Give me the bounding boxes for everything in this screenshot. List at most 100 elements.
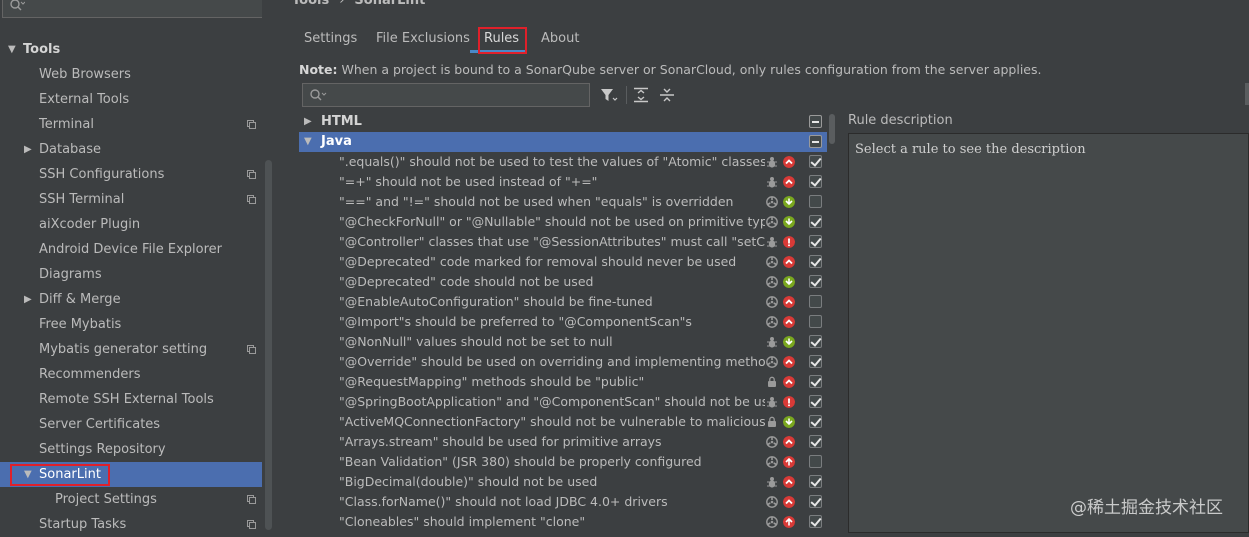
collapsed-arrow-icon[interactable]: ▶	[24, 287, 32, 312]
rule-enabled-checkbox[interactable]	[809, 515, 822, 528]
sidebar-item-mybatis-generator-setting[interactable]: Mybatis generator setting	[0, 337, 262, 362]
sidebar-item-settings-repository[interactable]: Settings Repository	[0, 437, 262, 462]
tab-settings[interactable]: Settings	[304, 28, 357, 50]
sidebar-item-aixcoder-plugin[interactable]: aiXcoder Plugin	[0, 212, 262, 237]
sidebar-item-external-tools[interactable]: External Tools	[0, 87, 262, 112]
sidebar-item-tools[interactable]: ▼ Tools	[0, 37, 262, 62]
toolbar-separator	[626, 86, 627, 104]
rule-enabled-checkbox[interactable]	[809, 235, 822, 248]
rule-name: "@Import"s should be preferred to "@Comp…	[339, 314, 692, 329]
rule-name: "Arrays.stream" should be used for primi…	[339, 434, 662, 449]
rule-row[interactable]: "@Import"s should be preferred to "@Comp…	[299, 312, 827, 332]
rule-row[interactable]: "@SpringBootApplication" and "@Component…	[299, 392, 827, 412]
rule-row[interactable]: ".equals()" should not be used to test t…	[299, 152, 827, 172]
rule-row[interactable]: "Arrays.stream" should be used for primi…	[299, 432, 827, 452]
sidebar-scrollbar-thumb[interactable]	[265, 160, 272, 530]
severity-minor-icon	[783, 216, 795, 228]
sidebar-item-server-certificates[interactable]: Server Certificates	[0, 412, 262, 437]
sidebar-item-diff-merge[interactable]: ▶ Diff & Merge	[0, 287, 262, 312]
rule-enabled-checkbox[interactable]	[809, 295, 822, 308]
rule-row[interactable]: "Bean Validation" (JSR 380) should be pr…	[299, 452, 827, 472]
filter-icon[interactable]	[600, 87, 618, 103]
rule-row[interactable]: "@CheckForNull" or "@Nullable" should no…	[299, 212, 827, 232]
tab-about[interactable]: About	[541, 28, 579, 50]
rule-enabled-checkbox[interactable]	[809, 355, 822, 368]
rule-row[interactable]: "ActiveMQConnectionFactory" should not b…	[299, 412, 827, 432]
note-text: When a project is bound to a SonarQube s…	[337, 62, 1042, 77]
sidebar-item-label: Mybatis generator setting	[39, 342, 208, 357]
rule-enabled-checkbox[interactable]	[809, 415, 822, 428]
rule-enabled-checkbox[interactable]	[809, 255, 822, 268]
rule-row[interactable]: "Class.forName()" should not load JDBC 4…	[299, 492, 827, 512]
breadcrumb: Tools › SonarLint	[292, 0, 425, 10]
collapsed-arrow-icon[interactable]: ▶	[304, 112, 312, 132]
rule-row[interactable]: "@Deprecated" code should not be used	[299, 272, 827, 292]
server-binding-note: Note: When a project is bound to a Sonar…	[299, 61, 1041, 79]
rule-group-java[interactable]: ▼ Java	[299, 132, 827, 152]
rule-enabled-checkbox[interactable]	[809, 315, 822, 328]
tab-file-exclusions[interactable]: File Exclusions	[376, 28, 470, 50]
severity-major-icon	[783, 496, 795, 508]
rule-filter-input[interactable]	[302, 83, 590, 107]
sidebar-item-label: Terminal	[39, 117, 94, 132]
expand-all-icon[interactable]	[632, 87, 650, 103]
rule-name: "@EnableAutoConfiguration" should be fin…	[339, 294, 653, 309]
sidebar-item-database[interactable]: ▶ Database	[0, 137, 262, 162]
rule-row[interactable]: "@EnableAutoConfiguration" should be fin…	[299, 292, 827, 312]
settings-search-input[interactable]	[2, 0, 274, 18]
sidebar-item-android-device-file-explorer[interactable]: Android Device File Explorer	[0, 237, 262, 262]
expanded-arrow-icon[interactable]: ▼	[8, 37, 16, 62]
search-icon	[310, 89, 327, 101]
sidebar-item-recommenders[interactable]: Recommenders	[0, 362, 262, 387]
rule-name: "@Deprecated" code should not be used	[339, 274, 594, 289]
rule-enabled-checkbox[interactable]	[809, 475, 822, 488]
rule-row[interactable]: "@NonNull" values should not be set to n…	[299, 332, 827, 352]
code-smell-icon	[766, 316, 778, 328]
sidebar-item-diagrams[interactable]: Diagrams	[0, 262, 262, 287]
rule-enabled-checkbox[interactable]	[809, 455, 822, 468]
rules-scrollbar-thumb[interactable]	[829, 114, 835, 144]
sidebar-item-startup-tasks[interactable]: Startup Tasks	[0, 512, 262, 537]
rule-name: "Bean Validation" (JSR 380) should be pr…	[339, 454, 702, 469]
rule-row[interactable]: "@Controller" classes that use "@Session…	[299, 232, 827, 252]
note-label: Note:	[299, 62, 338, 77]
sidebar-item-project-settings[interactable]: Project Settings	[0, 487, 262, 512]
rule-name: "ActiveMQConnectionFactory" should not b…	[339, 414, 765, 429]
sidebar-item-ssh-terminal[interactable]: SSH Terminal	[0, 187, 262, 212]
rule-name: "BigDecimal(double)" should not be used	[339, 474, 598, 489]
sidebar-item-terminal[interactable]: Terminal	[0, 112, 262, 137]
rule-enabled-checkbox[interactable]	[809, 195, 822, 208]
sidebar-item-web-browsers[interactable]: Web Browsers	[0, 62, 262, 87]
collapse-all-icon[interactable]	[658, 87, 676, 103]
rule-row[interactable]: "@Deprecated" code marked for removal sh…	[299, 252, 827, 272]
rule-enabled-checkbox[interactable]	[809, 435, 822, 448]
sidebar-item-free-mybatis[interactable]: Free Mybatis	[0, 312, 262, 337]
rule-enabled-checkbox[interactable]	[809, 375, 822, 388]
rule-enabled-checkbox[interactable]	[809, 395, 822, 408]
sidebar-item-ssh-configurations[interactable]: SSH Configurations	[0, 162, 262, 187]
rule-enabled-checkbox[interactable]	[809, 335, 822, 348]
sidebar-item-label: Remote SSH External Tools	[39, 392, 214, 407]
expanded-arrow-icon[interactable]: ▼	[304, 132, 312, 152]
rule-row[interactable]: "=+" should not be used instead of "+="	[299, 172, 827, 192]
rule-enabled-checkbox[interactable]	[809, 155, 822, 168]
rules-scrollbar[interactable]	[828, 112, 836, 533]
rule-row[interactable]: "Cloneables" should implement "clone"	[299, 512, 827, 532]
rule-enabled-checkbox[interactable]	[809, 175, 822, 188]
rule-enabled-checkbox[interactable]	[809, 215, 822, 228]
group-partial-checkbox[interactable]	[809, 115, 822, 128]
breadcrumb-root[interactable]: Tools	[292, 0, 329, 8]
rule-row[interactable]: "BigDecimal(double)" should not be used	[299, 472, 827, 492]
rule-row[interactable]: "==" and "!=" should not be used when "e…	[299, 192, 827, 212]
rule-row[interactable]: "@RequestMapping" methods should be "pub…	[299, 372, 827, 392]
rule-row[interactable]: "@Override" should be used on overriding…	[299, 352, 827, 372]
group-partial-checkbox[interactable]	[809, 135, 822, 148]
rule-group-html[interactable]: ▶ HTML	[299, 112, 827, 132]
sidebar-item-remote-ssh-external-tools[interactable]: Remote SSH External Tools	[0, 387, 262, 412]
panel-edge-button[interactable]	[1245, 83, 1249, 105]
rule-enabled-checkbox[interactable]	[809, 275, 822, 288]
rule-enabled-checkbox[interactable]	[809, 495, 822, 508]
collapsed-arrow-icon[interactable]: ▶	[24, 137, 32, 162]
project-scope-icon	[247, 345, 256, 354]
rule-name: "Cloneables" should implement "clone"	[339, 514, 586, 529]
